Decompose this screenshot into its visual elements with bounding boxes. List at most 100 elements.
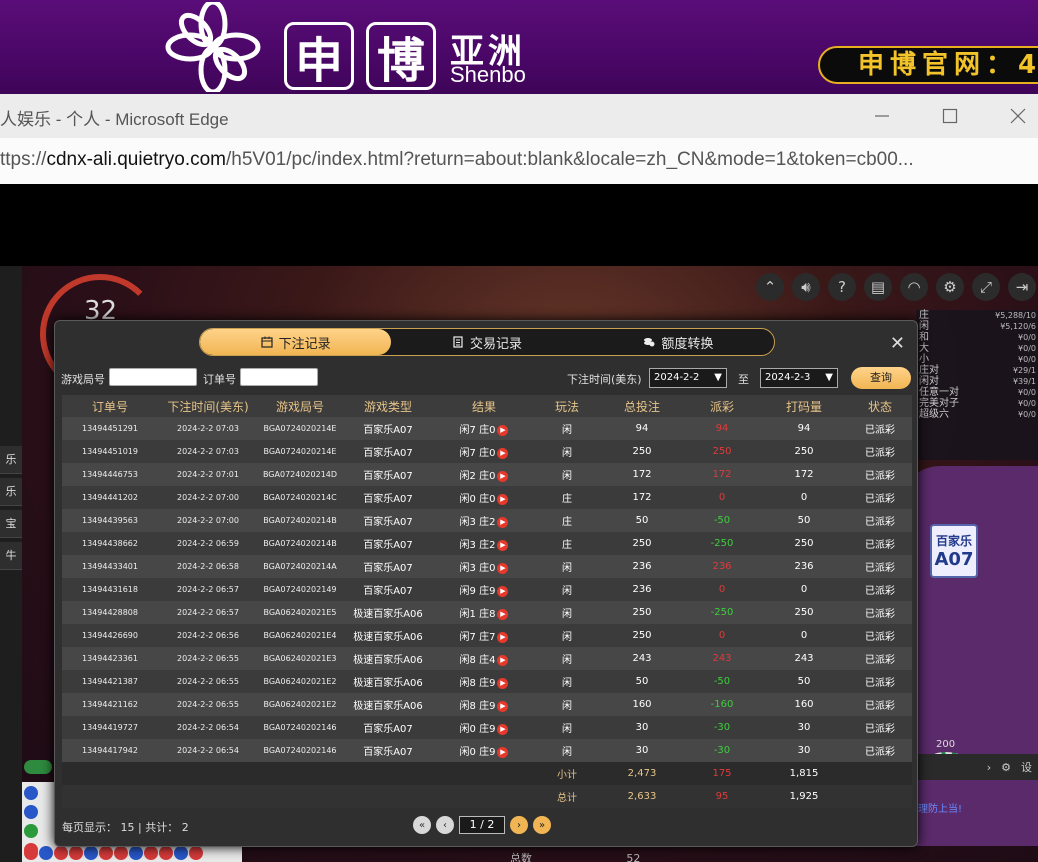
column-header: 打码量	[760, 395, 848, 417]
page-input[interactable]: 1 / 2	[459, 816, 505, 834]
modal-close-icon[interactable]: ✕	[890, 333, 905, 354]
play-replay-icon[interactable]: ▶	[497, 585, 509, 597]
marquee-text: 申博官网：43	[818, 46, 1038, 84]
table-tag-bottom: A07	[934, 549, 974, 570]
play-replay-icon[interactable]: ▶	[497, 562, 509, 574]
tab-transaction-records[interactable]: 交易记录	[391, 329, 582, 355]
game-toolbar: ⌃ 🔊︎ ? ▤ ◠ ⚙ ⤢ ⇥	[756, 270, 1038, 304]
column-header: 结果	[434, 395, 534, 417]
table-row[interactable]: 13494423361 2024-2-2 06:55 BGA062402021E3 极…	[62, 647, 912, 670]
left-item-3[interactable]: 宝	[0, 510, 22, 538]
game-type-cell: 极速百家乐A06	[342, 647, 434, 670]
close-window-button[interactable]	[998, 101, 1038, 131]
total-bet-cell: 50	[600, 670, 684, 693]
date-from-select[interactable]: 2024-2-2 ▼	[649, 368, 727, 388]
game-type-cell: 百家乐A07	[342, 555, 434, 578]
date-to-select[interactable]: 2024-2-3 ▼	[760, 368, 838, 388]
table-row[interactable]: 13494417942 2024-2-2 06:54 BGA07240202146 百…	[62, 739, 912, 762]
table-row[interactable]: 13494446753 2024-2-2 07:01 BGA0724020214D 百…	[62, 463, 912, 486]
game-type-cell: 百家乐A07	[342, 578, 434, 601]
chevron-up-icon[interactable]: ⌃	[756, 273, 784, 301]
stat-value: ¥0/0	[1018, 333, 1036, 342]
total-bet-cell: 250	[600, 440, 684, 463]
play-replay-icon[interactable]: ▶	[497, 493, 509, 505]
table-row[interactable]: 13494439563 2024-2-2 07:00 BGA0724020214B 百…	[62, 509, 912, 532]
table-row[interactable]: 13494419727 2024-2-2 06:54 BGA07240202146 百…	[62, 716, 912, 739]
table-row[interactable]: 13494426690 2024-2-2 06:56 BGA062402021E4 极…	[62, 624, 912, 647]
play-replay-icon[interactable]: ▶	[497, 447, 509, 459]
tab-bet-records[interactable]: 下注记录	[200, 329, 392, 355]
total-bet-cell: 94	[600, 417, 684, 440]
first-page-icon[interactable]: «	[413, 816, 431, 834]
order-no-cell: 13494439563	[62, 509, 158, 532]
dropdown-arrow-icon: ▼	[714, 372, 722, 383]
table-row[interactable]: 13494441202 2024-2-2 07:00 BGA0724020214C 百…	[62, 486, 912, 509]
play-replay-icon[interactable]: ▶	[497, 539, 509, 551]
turnover-cell: 250	[760, 440, 848, 463]
wifi-icon[interactable]: ◠	[900, 273, 928, 301]
prev-page-icon[interactable]: ‹	[436, 816, 454, 834]
document-icon	[453, 336, 463, 348]
table-row[interactable]: 13494421162 2024-2-2 06:55 BGA062402021E2 极…	[62, 693, 912, 716]
toggle-switch[interactable]	[24, 760, 52, 774]
play-type-cell: 庄	[534, 532, 600, 555]
last-page-icon[interactable]: »	[533, 816, 551, 834]
play-replay-icon[interactable]: ▶	[497, 700, 509, 712]
settings-gear-icon[interactable]: ⚙	[1001, 761, 1011, 774]
play-replay-icon[interactable]: ▶	[497, 516, 509, 528]
play-replay-icon[interactable]: ▶	[497, 631, 509, 643]
gear-icon[interactable]: ⚙	[936, 273, 964, 301]
play-replay-icon[interactable]: ▶	[497, 723, 509, 735]
result-text: 闲9 庄9	[459, 586, 496, 597]
left-item-2[interactable]: 乐	[0, 478, 22, 506]
settings-label[interactable]: 设	[1021, 759, 1032, 775]
left-item-4[interactable]: 牛	[0, 542, 22, 570]
next-page-icon[interactable]: ›	[510, 816, 528, 834]
game-no-cell: BGA0724020214C	[258, 486, 342, 509]
tab-credit-transfer[interactable]: 额度转换	[583, 329, 774, 355]
table-row[interactable]: 13494433401 2024-2-2 06:58 BGA0724020214A 百…	[62, 555, 912, 578]
game-no-cell: BGA0724020214E	[258, 440, 342, 463]
logout-icon[interactable]: ⇥	[1008, 273, 1036, 301]
turnover-cell: 0	[760, 486, 848, 509]
play-replay-icon[interactable]: ▶	[497, 470, 509, 482]
play-replay-icon[interactable]: ▶	[497, 424, 509, 436]
table-row[interactable]: 13494451291 2024-2-2 07:03 BGA0724020214E 百…	[62, 417, 912, 440]
help-icon[interactable]: ?	[828, 273, 856, 301]
summary-label: 总计	[534, 785, 600, 808]
play-replay-icon[interactable]: ▶	[497, 654, 509, 666]
play-replay-icon[interactable]: ▶	[497, 608, 509, 620]
table-row[interactable]: 13494451019 2024-2-2 07:03 BGA0724020214E 百…	[62, 440, 912, 463]
status-cell: 已派彩	[848, 624, 912, 647]
table-row[interactable]: 13494431618 2024-2-2 06:57 BGA07240202149 百…	[62, 578, 912, 601]
table-row[interactable]: 13494428808 2024-2-2 06:57 BGA062402021E5 极…	[62, 601, 912, 624]
order-no-input[interactable]	[240, 368, 318, 386]
game-no-input[interactable]	[109, 368, 197, 386]
road-cell	[189, 846, 203, 860]
table-row[interactable]: 13494421387 2024-2-2 06:55 BGA062402021E2 极…	[62, 670, 912, 693]
status-cell: 已派彩	[848, 486, 912, 509]
query-button[interactable]: 查询	[851, 367, 911, 389]
bet-time-cell: 2024-2-2 06:56	[158, 624, 258, 647]
play-replay-icon[interactable]: ▶	[497, 677, 509, 689]
stat-label: 任意一对	[919, 387, 959, 398]
payout-cell: 0	[684, 624, 760, 647]
address-bar[interactable]: ttps://cdnx-ali.quietryo.com/h5V01/pc/in…	[0, 138, 1038, 184]
left-item-1[interactable]: 乐	[0, 446, 22, 474]
turnover-cell: 243	[760, 647, 848, 670]
maximize-button[interactable]	[930, 101, 970, 131]
clipboard-icon[interactable]: ▤	[864, 273, 892, 301]
bet-time-cell: 2024-2-2 06:55	[158, 647, 258, 670]
speaker-icon[interactable]: 🔊︎	[792, 273, 820, 301]
column-header: 订单号	[62, 395, 158, 417]
result-text: 闲0 庄0	[459, 494, 496, 505]
chevron-right-icon[interactable]: ›	[987, 761, 991, 774]
turnover-cell: 0	[760, 578, 848, 601]
fullscreen-icon[interactable]: ⤢	[972, 273, 1000, 301]
table-row[interactable]: 13494438662 2024-2-2 06:59 BGA0724020214B 百…	[62, 532, 912, 555]
stat-label: 小	[919, 354, 929, 365]
tab-label: 额度转换	[661, 336, 714, 352]
play-type-cell: 庄	[534, 509, 600, 532]
play-replay-icon[interactable]: ▶	[497, 746, 509, 758]
minimize-button[interactable]	[862, 101, 902, 131]
